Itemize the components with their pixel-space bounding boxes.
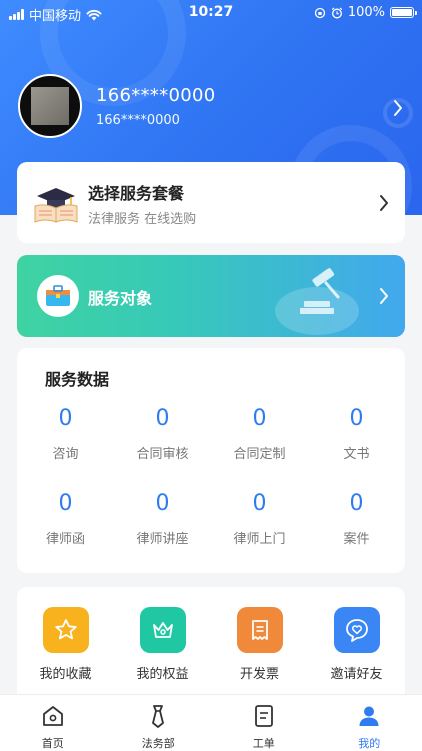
stat-value: 0 — [17, 406, 114, 431]
stat-label: 咨询 — [17, 443, 114, 462]
tie-icon — [145, 703, 171, 729]
toolbox-icon — [43, 283, 73, 309]
stat-lawyer-letter[interactable]: 0 律师函 — [17, 491, 114, 547]
service-data-card: 服务数据 0 咨询 0 合同审核 0 合同定制 0 文书 0 律师函 0 律师讲… — [17, 348, 405, 573]
tab-bar: 首页 法务部 工单 我的 — [0, 694, 422, 751]
alarm-icon — [331, 7, 343, 19]
tool-invoice[interactable]: 开发票 — [211, 607, 308, 682]
service-package-card[interactable]: 选择服务套餐 法律服务 在线选购 — [17, 162, 405, 243]
tab-workorder[interactable]: 工单 — [211, 695, 317, 751]
stat-consult[interactable]: 0 咨询 — [17, 406, 114, 462]
chevron-right-icon — [379, 287, 389, 305]
service-target-label: 服务对象 — [88, 285, 152, 309]
tool-label: 开发票 — [211, 663, 308, 682]
stat-label: 律师讲座 — [114, 528, 211, 547]
profile-account: 166****0000 — [96, 113, 180, 128]
tab-home[interactable]: 首页 — [0, 695, 106, 751]
tools-card: 我的收藏 我的权益 开发票 邀请好友 — [17, 587, 405, 707]
battery-icon — [390, 7, 414, 18]
stat-value: 0 — [114, 491, 211, 516]
book-icon — [33, 180, 79, 224]
tool-tile — [43, 607, 89, 653]
home-icon — [40, 703, 66, 729]
toolbox-icon-wrap — [37, 275, 79, 317]
user-icon — [356, 703, 382, 729]
stat-value: 0 — [114, 406, 211, 431]
tab-label: 工单 — [211, 735, 317, 751]
stat-label: 合同定制 — [211, 443, 308, 462]
stat-contract-custom[interactable]: 0 合同定制 — [211, 406, 308, 462]
tool-tile — [237, 607, 283, 653]
tool-label: 我的权益 — [114, 663, 211, 682]
tab-label: 我的 — [317, 735, 422, 751]
profile-phone: 166****0000 — [96, 85, 215, 106]
stat-label: 合同审核 — [114, 443, 211, 462]
package-subtitle: 法律服务 在线选购 — [88, 208, 196, 227]
tool-label: 我的收藏 — [17, 663, 114, 682]
invoice-icon — [247, 617, 273, 643]
orientation-lock-icon — [314, 7, 326, 19]
stat-value: 0 — [17, 491, 114, 516]
stat-label: 律师上门 — [211, 528, 308, 547]
chevron-right-icon — [379, 194, 389, 212]
chevron-right-icon[interactable] — [392, 98, 404, 118]
stat-value: 0 — [211, 491, 308, 516]
tab-legal[interactable]: 法务部 — [106, 695, 212, 751]
stat-value: 0 — [211, 406, 308, 431]
tool-label: 邀请好友 — [308, 663, 405, 682]
tab-mine[interactable]: 我的 — [317, 695, 422, 751]
stat-contract-review[interactable]: 0 合同审核 — [114, 406, 211, 462]
stat-value: 0 — [308, 406, 405, 431]
stat-lawyer-visit[interactable]: 0 律师上门 — [211, 491, 308, 547]
tool-favorites[interactable]: 我的收藏 — [17, 607, 114, 682]
star-icon — [53, 617, 79, 643]
gavel-icon — [272, 261, 372, 337]
battery-percent: 100% — [348, 5, 385, 20]
status-bar: 中国移动 10:27 100% — [0, 0, 422, 24]
tab-label: 法务部 — [106, 735, 212, 751]
stat-documents[interactable]: 0 文书 — [308, 406, 405, 462]
heart-chat-icon — [343, 616, 371, 644]
stat-cases[interactable]: 0 案件 — [308, 491, 405, 547]
document-icon — [251, 703, 277, 729]
stat-label: 文书 — [308, 443, 405, 462]
service-data-title: 服务数据 — [45, 366, 109, 390]
tool-invite[interactable]: 邀请好友 — [308, 607, 405, 682]
crown-icon — [150, 617, 176, 643]
stat-value: 0 — [308, 491, 405, 516]
service-target-card[interactable]: 服务对象 — [17, 255, 405, 337]
stat-label: 案件 — [308, 528, 405, 547]
stat-label: 律师函 — [17, 528, 114, 547]
tool-benefits[interactable]: 我的权益 — [114, 607, 211, 682]
tab-label: 首页 — [0, 735, 106, 751]
stat-lawyer-lecture[interactable]: 0 律师讲座 — [114, 491, 211, 547]
avatar[interactable] — [18, 74, 82, 138]
package-title: 选择服务套餐 — [88, 180, 184, 204]
tool-tile — [140, 607, 186, 653]
tool-tile — [334, 607, 380, 653]
